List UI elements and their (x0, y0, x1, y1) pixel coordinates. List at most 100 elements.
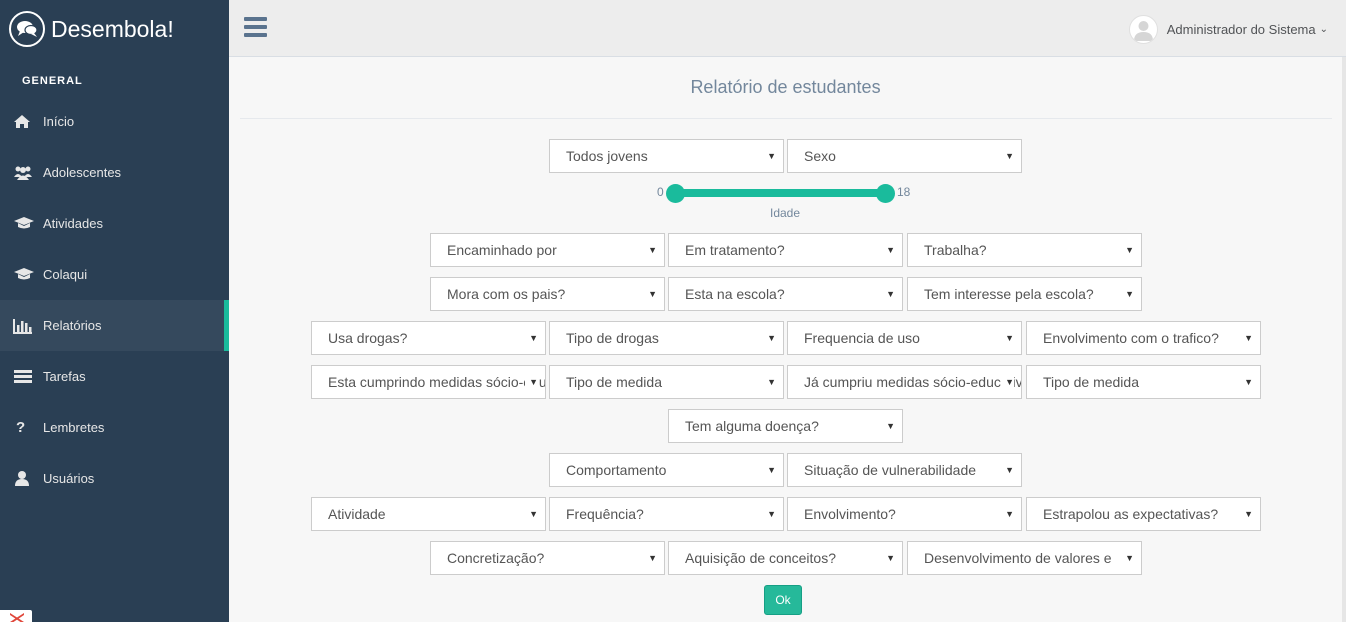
tipo-drogas-select[interactable]: Tipo de drogas ▼ (549, 321, 784, 355)
page-title: Relatório de estudantes (690, 77, 881, 97)
caret-down-icon: ▼ (648, 553, 657, 563)
sidebar-item-atividades[interactable]: Atividades (0, 198, 229, 249)
graduation-cap-icon (13, 214, 35, 234)
sidebar-item-tarefas[interactable]: Tarefas (0, 351, 229, 402)
caret-down-icon: ▼ (1005, 333, 1014, 343)
select-value: Tipo de medida (1043, 374, 1139, 390)
esta-na-escola-select[interactable]: Esta na escola? ▼ (668, 277, 903, 311)
scrollbar[interactable] (1342, 57, 1346, 622)
frequencia-uso-select[interactable]: Frequencia de uso ▼ (787, 321, 1022, 355)
select-value: Envolvimento? (804, 506, 896, 522)
expectativas-select[interactable]: Estrapolou as expectativas? ▼ (1026, 497, 1261, 531)
caret-down-icon: ▼ (767, 377, 776, 387)
sidebar-item-usuarios[interactable]: Usuários (0, 453, 229, 504)
doenca-select[interactable]: Tem alguma doença? ▼ (668, 409, 903, 443)
caret-down-icon: ▼ (767, 509, 776, 519)
caret-down-icon: ▼ (1244, 377, 1253, 387)
caret-down-icon: ▼ (767, 333, 776, 343)
envolvimento-trafico-select[interactable]: Envolvimento com o trafico? ▼ (1026, 321, 1261, 355)
caret-down-icon: ▼ (648, 245, 657, 255)
caret-down-icon: ▼ (529, 509, 538, 519)
sidebar-item-label: Tarefas (43, 369, 86, 384)
caret-down-icon: ▼ (1005, 465, 1014, 475)
caret-down-icon: ▼ (525, 377, 538, 387)
select-value: Frequência? (566, 506, 644, 522)
todos-jovens-select[interactable]: Todos jovens ▼ (549, 139, 784, 173)
sidebar-item-colaqui[interactable]: Colaqui (0, 249, 229, 300)
em-tratamento-select[interactable]: Em tratamento? ▼ (668, 233, 903, 267)
select-value: Estrapolou as expectativas? (1043, 506, 1219, 522)
sidebar-item-relatorios[interactable]: Relatórios (0, 300, 229, 351)
list-icon (13, 367, 35, 387)
comportamento-select[interactable]: Comportamento ▼ (549, 453, 784, 487)
mora-com-pais-select[interactable]: Mora com os pais? ▼ (430, 277, 665, 311)
select-value: Trabalha? (924, 242, 987, 258)
age-max-handle[interactable] (876, 184, 895, 203)
select-value: Situação de vulnerabilidade (804, 462, 977, 478)
encaminhado-por-select[interactable]: Encaminhado por ▼ (430, 233, 665, 267)
caret-down-icon: ▼ (1244, 509, 1253, 519)
caret-down-icon: ▼ (1125, 245, 1134, 255)
tipo-medida-select-1[interactable]: Tipo de medida ▼ (549, 365, 784, 399)
sidebar-item-adolescentes[interactable]: Adolescentes (0, 147, 229, 198)
envolvimento-select[interactable]: Envolvimento? ▼ (787, 497, 1022, 531)
menu-toggle-icon[interactable] (244, 17, 267, 41)
caret-down-icon: ▼ (886, 421, 895, 431)
select-value: Tem interesse pela escola? (924, 286, 1094, 302)
question-icon: ? (16, 419, 26, 436)
caret-down-icon: ▼ (886, 245, 895, 255)
vulnerabilidade-select[interactable]: Situação de vulnerabilidade ▼ (787, 453, 1022, 487)
ja-cumpriu-medidas-select[interactable]: Já cumpriu medidas sócio-educativas? ▼ (787, 365, 1022, 399)
tipo-medida-select-2[interactable]: Tipo de medida ▼ (1026, 365, 1261, 399)
trabalha-select[interactable]: Trabalha? ▼ (907, 233, 1142, 267)
select-value: Esta na escola? (685, 286, 785, 302)
select-value: Todos jovens (566, 148, 648, 164)
select-value: Comportamento (566, 462, 667, 478)
select-value: Usa drogas? (328, 330, 408, 346)
frequencia-select[interactable]: Frequência? ▼ (549, 497, 784, 531)
age-max-value: 18 (897, 185, 911, 199)
divider (240, 118, 1332, 119)
comments-icon (9, 11, 45, 47)
sidebar-item-label: Adolescentes (43, 165, 122, 180)
caret-down-icon: ▼ (886, 553, 895, 563)
select-value: Mora com os pais? (447, 286, 566, 302)
caret-down-icon: ▼ (1244, 333, 1253, 343)
cumprindo-medidas-select[interactable]: Esta cumprindo medidas sócio-educativas?… (311, 365, 546, 399)
age-slider-label: Idade (769, 206, 801, 220)
users-icon (13, 163, 35, 183)
age-range-track[interactable] (675, 189, 885, 197)
caret-down-icon: ▼ (529, 333, 538, 343)
home-icon (13, 112, 35, 132)
brand-title: Desembola! (51, 15, 174, 42)
aquisicao-conceitos-select[interactable]: Aquisição de conceitos? ▼ (668, 541, 903, 575)
age-min-handle[interactable] (666, 184, 685, 203)
brand[interactable]: Desembola! (9, 11, 174, 47)
select-value: Envolvimento com o trafico? (1043, 330, 1219, 346)
sidebar-item-label: Relatórios (43, 318, 102, 333)
ok-button[interactable]: Ok (764, 585, 802, 615)
age-min-value: 0 (657, 185, 664, 199)
caret-down-icon: ▼ (1005, 151, 1014, 161)
sexo-select[interactable]: Sexo ▼ (787, 139, 1022, 173)
user-menu[interactable]: Administrador do Sistema ⌄ (1128, 15, 1328, 44)
select-value: Em tratamento? (685, 242, 785, 258)
interesse-escola-select[interactable]: Tem interesse pela escola? ▼ (907, 277, 1142, 311)
select-value: Frequencia de uso (804, 330, 920, 346)
sidebar-item-inicio[interactable]: Início (0, 96, 229, 147)
caret-down-icon: ▼ (1121, 553, 1134, 563)
concretizacao-select[interactable]: Concretização? ▼ (430, 541, 665, 575)
caret-down-icon: ▼ (767, 465, 776, 475)
graduation-cap-icon (13, 265, 35, 285)
desenvolvimento-valores-select[interactable]: Desenvolvimento de valores e ▼ (907, 541, 1142, 575)
select-value: Desenvolvimento de valores e (924, 550, 1112, 566)
select-value: Tipo de medida (566, 374, 662, 390)
corner-logo-icon (0, 610, 32, 622)
atividade-select[interactable]: Atividade ▼ (311, 497, 546, 531)
avatar (1128, 15, 1158, 44)
sidebar-item-lembretes[interactable]: ? Lembretes (0, 402, 229, 453)
user-icon (13, 469, 35, 489)
sidebar-item-label: Usuários (43, 471, 95, 486)
usa-drogas-select[interactable]: Usa drogas? ▼ (311, 321, 546, 355)
top-navbar: Administrador do Sistema ⌄ (229, 0, 1346, 57)
